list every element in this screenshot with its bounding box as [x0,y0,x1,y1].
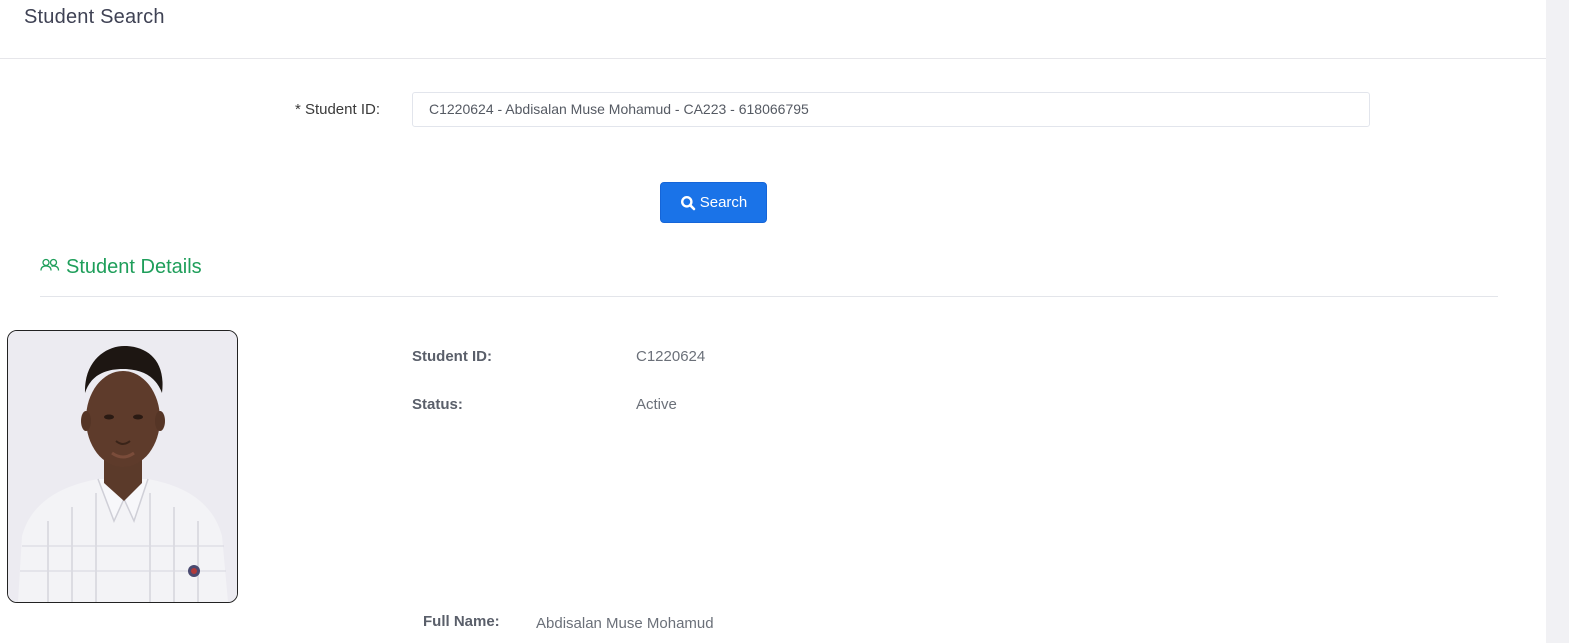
section-title: Student Details [66,256,202,278]
section-divider [40,296,1498,297]
status-value: Active [636,396,677,413]
student-id-select[interactable]: C1220624 - Abdisalan Muse Mohamud - CA22… [412,92,1370,127]
student-photo [7,330,238,603]
search-button[interactable]: Search [660,182,767,223]
page-header: Student Search [0,0,1546,59]
student-id-label: * Student ID: [294,101,380,118]
full-name-value: Abdisalan Muse Mohamud [536,615,714,632]
status-label: Status: [412,396,463,413]
search-icon [680,195,696,211]
users-icon [40,258,60,277]
student-details-heading: Student Details [40,256,202,279]
student-id-detail-value: C1220624 [636,348,706,365]
scrollbar-track[interactable] [1546,0,1569,643]
full-name-label: Full Name: [423,613,500,630]
page-title: Student Search [24,6,165,28]
search-button-label: Search [699,194,748,211]
student-id-detail-label: Student ID: [412,348,492,365]
